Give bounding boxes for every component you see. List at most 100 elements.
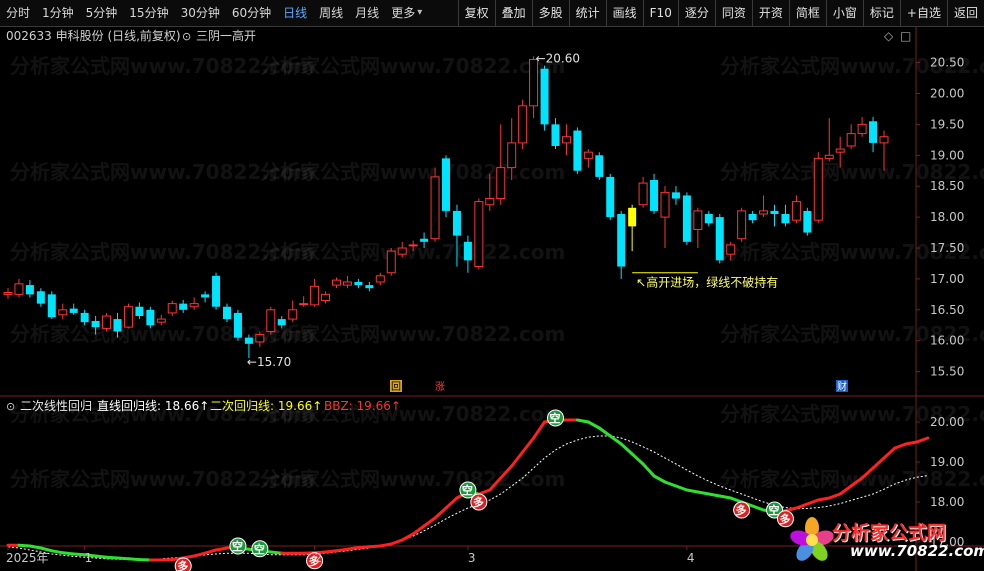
event-zhang-icon[interactable]: 涨 [435,381,445,393]
sub-tick-label: 18.00 [930,495,964,509]
period-tab-9[interactable]: 更多 [385,0,421,26]
regression-segment [707,492,722,498]
period-tab-2[interactable]: 5分钟 [80,0,124,26]
logo-url: www.70822.com [850,542,984,560]
candle-body-down [80,312,89,323]
candle-body-down [47,294,56,318]
regression-segment [696,490,711,496]
period-tab-3[interactable]: 15分钟 [123,0,174,26]
event-hui-icon[interactable]: 回 [391,381,401,393]
regression-segment [827,492,842,500]
candle-body-up [726,244,736,255]
candle-body-down [770,210,779,214]
candle-body-down [715,217,724,261]
candle-body-down [135,306,144,316]
toolbar-button-3[interactable]: 统计 [568,0,606,26]
stock-chart[interactable]: 002633 申科股份 (日线,前复权) ⊙ 三阴一高开 ◇ □分析家公式网www.70… [0,26,984,571]
candle-body-up [321,293,331,302]
period-tab-1[interactable]: 1分钟 [36,0,80,26]
candle-body-down [179,303,188,310]
diamond-icon[interactable]: ◇ [884,29,894,43]
sub-indicator-collapse-icon[interactable]: ⊙ [6,400,15,413]
candle-body-down [803,210,812,233]
regression-segment [794,502,809,510]
candle-body-down [617,214,626,267]
signal-marker-duo-label: 多 [779,512,790,526]
regression-segment [192,551,207,558]
candle-body-down [606,176,615,218]
watermark-text: 分析家公式网www.70822.com [260,54,565,78]
candle-body-down [91,320,100,328]
toolbar-button-6[interactable]: 逐分 [677,0,715,26]
candle-body-up [813,157,823,221]
regression-segment [444,496,459,510]
candle-body-up [474,201,484,268]
time-tick-label: 1 [85,551,93,565]
event-cai-icon[interactable]: 财 [837,380,847,393]
candle-body-down [212,275,221,307]
candle-body-down [442,158,450,211]
candle-body-down [69,308,78,313]
regression-segment [126,557,141,562]
regression-segment [116,556,130,561]
chevron-down-icon[interactable]: ▾ [417,0,422,26]
regression-segment [915,436,930,444]
toolbar-button-5[interactable]: F10 [642,0,678,26]
indicator-collapse-icon[interactable]: ⊙ [182,30,191,43]
regression-segment [674,484,689,492]
toolbar-button-8[interactable]: 开资 [751,0,789,26]
candle-body-up [299,303,309,306]
candle-body-up [375,275,385,283]
regression-segment [422,516,437,528]
toolbar-button-10[interactable]: 小窗 [825,0,863,26]
period-tab-4[interactable]: 30分钟 [175,0,226,26]
toolbar-button-9[interactable]: 简框 [788,0,826,26]
toolbar-button-11[interactable]: 标记 [862,0,900,26]
regression-segment [214,546,229,552]
toolbar-button-0[interactable]: 复权 [457,0,495,26]
time-tick-label: 2025年 [6,551,49,565]
regression-segment [94,554,109,559]
candle-body-down [146,309,155,326]
candle-body-up [58,309,68,316]
indicator-name: 三阴一高开 [196,28,256,43]
period-tab-0[interactable]: 分时 [0,0,36,26]
period-tab-7[interactable]: 周线 [313,0,349,26]
sub-indicator-name: 二次线性回归 [20,399,92,413]
price-tick-label: 17.00 [930,272,964,286]
toolbar-button-7[interactable]: 同资 [714,0,752,26]
regression-segment [608,434,623,446]
candle-body-up [397,247,407,255]
candle-body-up [759,210,769,215]
restore-icon[interactable]: □ [900,29,911,43]
watermark-text: 分析家公式网www.70822.com [720,467,984,491]
candle-body-down [682,195,691,242]
period-tab-5[interactable]: 60分钟 [226,0,277,26]
candle-body-down [463,241,472,261]
price-tick-label: 18.50 [930,179,964,193]
toolbar-button-12[interactable]: +自选 [899,0,947,26]
period-tab-6[interactable]: 日线 [277,0,313,26]
regression-segment [367,544,382,549]
toolbar-button-2[interactable]: 多股 [531,0,569,26]
candle-body-down [201,294,210,298]
candle-body-up [14,283,24,295]
signal-note: ↖高开进场，绿线不破持有 [636,275,778,290]
toolbar-button-4[interactable]: 画线 [605,0,643,26]
candle-body-up [123,306,133,328]
candle-body-down [869,121,878,143]
signal-marker-kong-label: 空 [462,483,473,497]
candle-body-up [310,285,320,306]
watermark-text: 分析家公式网www.70822.com [260,467,565,491]
toolbar-button-1[interactable]: 叠加 [494,0,532,26]
candle-body-down [748,214,757,221]
sub-tick-label: 20.00 [930,415,964,429]
candle-body-up [583,151,593,159]
candle-body-up [879,136,889,144]
candle-body-up [189,303,199,308]
watermark-text: 分析家公式网www.70822.com [260,322,565,346]
candle-body-up [518,105,528,144]
regression-segment [882,446,897,460]
period-tab-8[interactable]: 月线 [349,0,385,26]
toolbar-button-13[interactable]: 返回 [946,0,984,26]
